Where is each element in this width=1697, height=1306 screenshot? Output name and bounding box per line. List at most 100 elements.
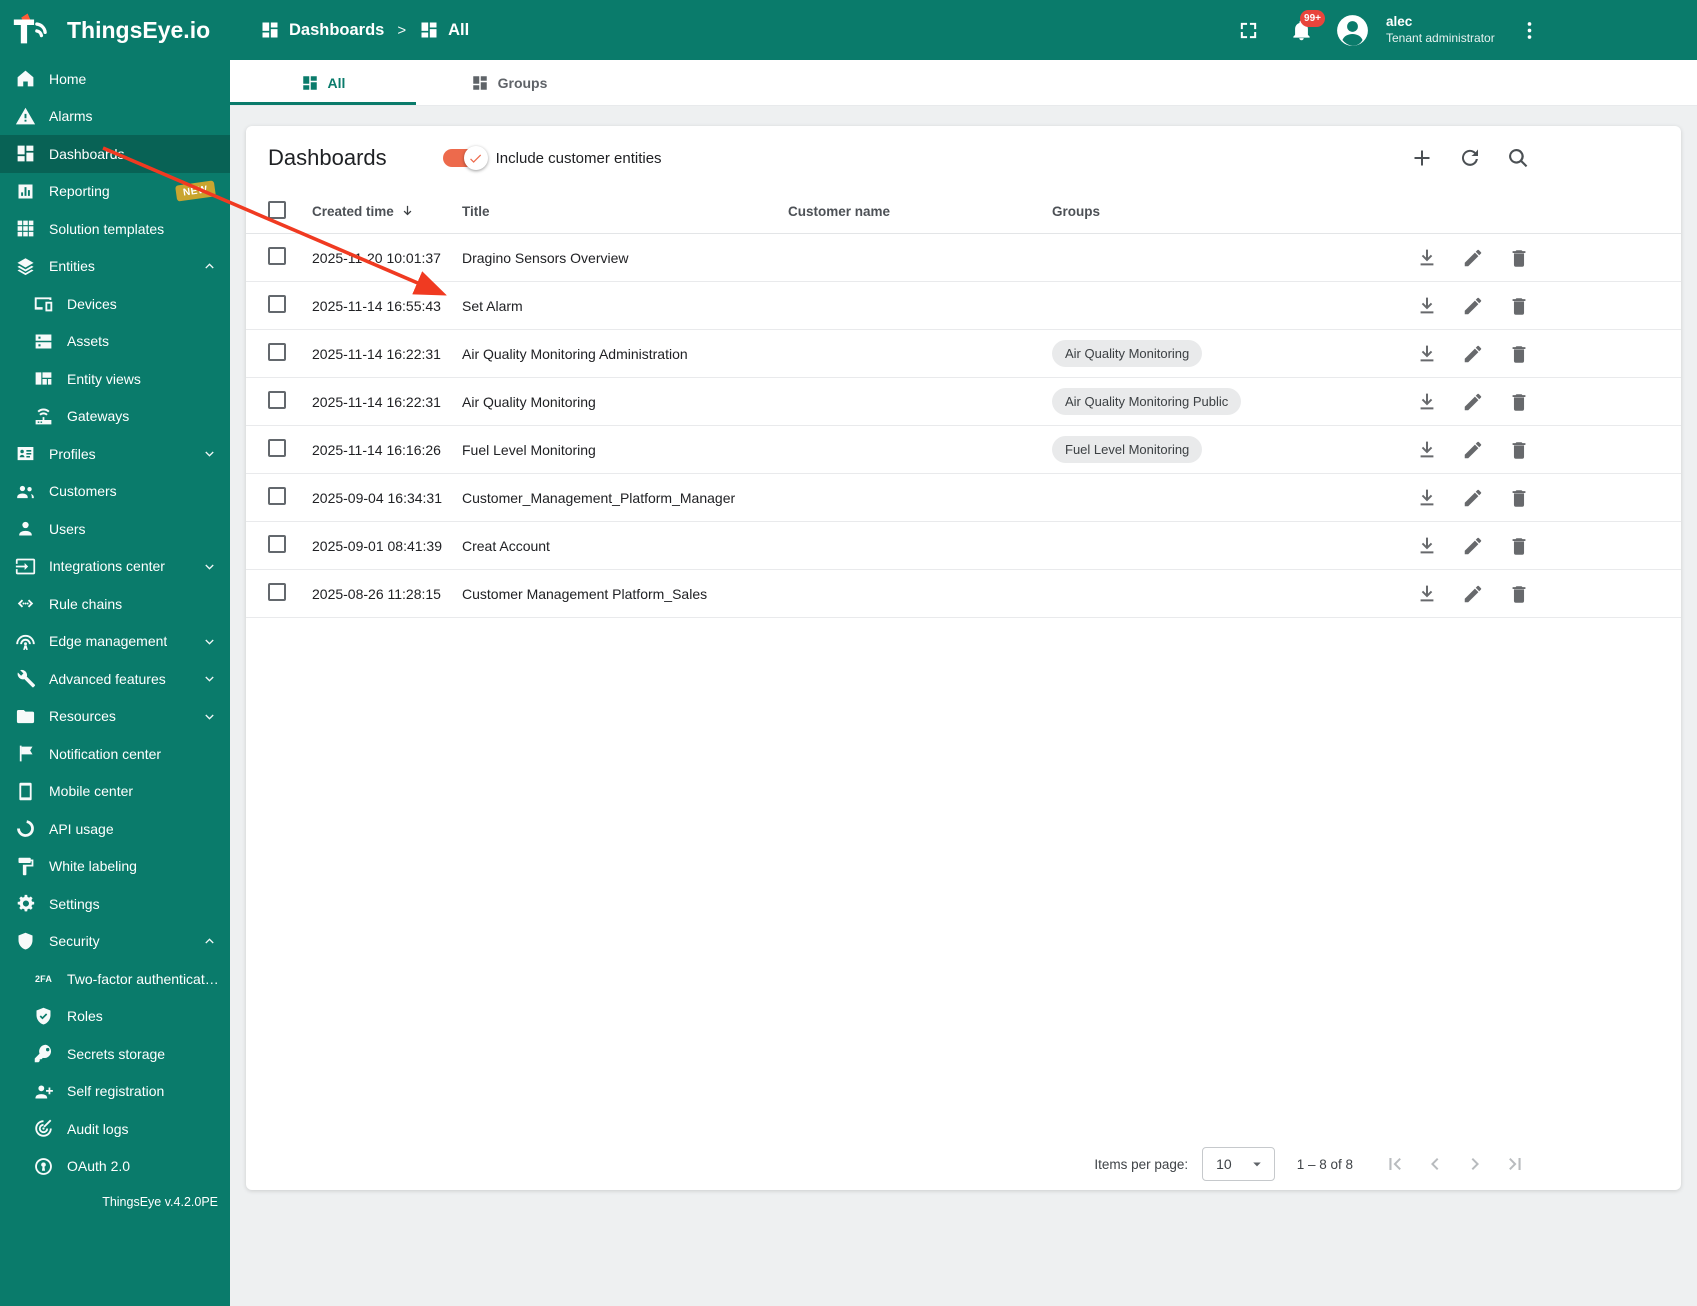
row-checkbox[interactable] [268, 247, 286, 265]
sidebar-item-devices[interactable]: Devices [0, 285, 230, 323]
sidebar-item-notification-center[interactable]: Notification center [0, 735, 230, 773]
include-customer-entities-toggle[interactable]: Include customer entities [442, 146, 662, 170]
table-row[interactable]: 2025-09-04 16:34:31 Customer_Management_P… [246, 474, 1681, 522]
export-button[interactable] [1415, 246, 1439, 270]
sidebar-item-label: Entity views [67, 370, 141, 387]
table-row[interactable]: 2025-08-26 11:28:15 Customer Management P… [246, 570, 1681, 618]
dashboard-title-cell: Creat Account [462, 537, 550, 554]
sidebar-item-entities[interactable]: Entities [0, 248, 230, 286]
row-checkbox[interactable] [268, 439, 286, 457]
refresh-button[interactable] [1457, 145, 1483, 171]
sidebar-item-oauth-2-0[interactable]: OAuth 2.0 [0, 1148, 230, 1186]
secrets-storage-icon [33, 1043, 54, 1064]
search-button[interactable] [1505, 145, 1531, 171]
row-checkbox[interactable] [268, 391, 286, 409]
sidebar-item-profiles[interactable]: Profiles [0, 435, 230, 473]
logo-area[interactable]: ThingsEye.io [0, 12, 230, 49]
fullscreen-button[interactable] [1228, 10, 1268, 50]
delete-button[interactable] [1507, 246, 1531, 270]
items-per-page-select[interactable]: 10 [1202, 1147, 1275, 1181]
add-dashboard-button[interactable] [1409, 145, 1435, 171]
sidebar-item-integrations-center[interactable]: Integrations center [0, 548, 230, 586]
row-checkbox[interactable] [268, 583, 286, 601]
delete-button[interactable] [1507, 390, 1531, 414]
sidebar-item-security[interactable]: Security [0, 923, 230, 961]
column-customer-name[interactable]: Customer name [788, 204, 1052, 219]
sidebar-item-audit-logs[interactable]: Audit logs [0, 1110, 230, 1148]
export-button[interactable] [1415, 438, 1439, 462]
table-row[interactable]: 2025-11-14 16:22:31 Air Quality Monitorin… [246, 378, 1681, 426]
first-page-button[interactable] [1375, 1144, 1415, 1184]
notifications-button[interactable]: 99+ [1281, 10, 1325, 50]
select-all-checkbox[interactable] [268, 201, 286, 219]
edit-button[interactable] [1461, 294, 1485, 318]
table-row[interactable]: 2025-11-20 10:01:37 Dragino Sensors Overv… [246, 234, 1681, 282]
sidebar-item-entity-views[interactable]: Entity views [0, 360, 230, 398]
edit-button[interactable] [1461, 438, 1485, 462]
sidebar-item-advanced-features[interactable]: Advanced features [0, 660, 230, 698]
previous-page-button[interactable] [1415, 1144, 1455, 1184]
edit-button[interactable] [1461, 534, 1485, 558]
sidebar-item-roles[interactable]: Roles [0, 998, 230, 1036]
sidebar-item-dashboards[interactable]: Dashboards [0, 135, 230, 173]
sidebar-item-settings[interactable]: Settings [0, 885, 230, 923]
next-page-button[interactable] [1455, 1144, 1495, 1184]
row-checkbox[interactable] [268, 295, 286, 313]
export-button[interactable] [1415, 486, 1439, 510]
column-title[interactable]: Title [462, 204, 788, 219]
sidebar-item-home[interactable]: Home [0, 60, 230, 98]
user-info[interactable]: alec Tenant administrator [1386, 13, 1496, 46]
delete-button[interactable] [1507, 342, 1531, 366]
edit-button[interactable] [1461, 486, 1485, 510]
delete-button[interactable] [1507, 438, 1531, 462]
sidebar-item-two-factor-authenticati[interactable]: 2FA Two-factor authenticati… [0, 960, 230, 998]
sidebar-item-users[interactable]: Users [0, 510, 230, 548]
table-row[interactable]: 2025-11-14 16:55:43 Set Alarm [246, 282, 1681, 330]
row-checkbox[interactable] [268, 487, 286, 505]
sidebar-item-white-labeling[interactable]: White labeling [0, 848, 230, 886]
export-button[interactable] [1415, 582, 1439, 606]
export-button[interactable] [1415, 534, 1439, 558]
delete-button[interactable] [1507, 534, 1531, 558]
delete-button[interactable] [1507, 294, 1531, 318]
sidebar-item-solution-templates[interactable]: Solution templates [0, 210, 230, 248]
row-checkbox[interactable] [268, 535, 286, 553]
export-button[interactable] [1415, 294, 1439, 318]
sidebar-item-gateways[interactable]: Gateways [0, 398, 230, 436]
header-menu-button[interactable] [1509, 10, 1549, 50]
breadcrumb-all[interactable]: All [419, 20, 469, 40]
column-created-time[interactable]: Created time [312, 203, 462, 220]
sidebar-item-mobile-center[interactable]: Mobile center [0, 773, 230, 811]
table-row[interactable]: 2025-09-01 08:41:39 Creat Account [246, 522, 1681, 570]
sidebar-item-customers[interactable]: Customers [0, 473, 230, 511]
edit-button[interactable] [1461, 342, 1485, 366]
column-groups[interactable]: Groups [1052, 204, 1395, 219]
sidebar-item-resources[interactable]: Resources [0, 698, 230, 736]
edit-button[interactable] [1461, 582, 1485, 606]
export-button[interactable] [1415, 342, 1439, 366]
edit-button[interactable] [1461, 390, 1485, 414]
sidebar-item-secrets-storage[interactable]: Secrets storage [0, 1035, 230, 1073]
last-page-button[interactable] [1495, 1144, 1535, 1184]
tab-groups[interactable]: Groups [416, 60, 602, 105]
export-button[interactable] [1415, 390, 1439, 414]
avatar[interactable] [1334, 12, 1371, 49]
sidebar-item-label: Dashboards [49, 145, 125, 162]
sidebar-item-reporting[interactable]: Reporting NEW [0, 173, 230, 211]
rule-chains-icon [15, 593, 36, 614]
table-row[interactable]: 2025-11-14 16:22:31 Air Quality Monitorin… [246, 330, 1681, 378]
delete-button[interactable] [1507, 486, 1531, 510]
sidebar-item-self-registration[interactable]: Self registration [0, 1073, 230, 1111]
sidebar-item-edge-management[interactable]: Edge management [0, 623, 230, 661]
tab-all[interactable]: All [230, 60, 416, 105]
sidebar-item-alarms[interactable]: Alarms [0, 98, 230, 136]
sidebar-item-assets[interactable]: Assets [0, 323, 230, 361]
sidebar-item-api-usage[interactable]: API usage [0, 810, 230, 848]
row-checkbox[interactable] [268, 343, 286, 361]
edit-button[interactable] [1461, 246, 1485, 270]
table-row[interactable]: 2025-11-14 16:16:26 Fuel Level Monitoring… [246, 426, 1681, 474]
sidebar-item-rule-chains[interactable]: Rule chains [0, 585, 230, 623]
sidebar-item-label: Solution templates [49, 220, 165, 237]
breadcrumb-dashboards[interactable]: Dashboards [260, 20, 384, 40]
delete-button[interactable] [1507, 582, 1531, 606]
